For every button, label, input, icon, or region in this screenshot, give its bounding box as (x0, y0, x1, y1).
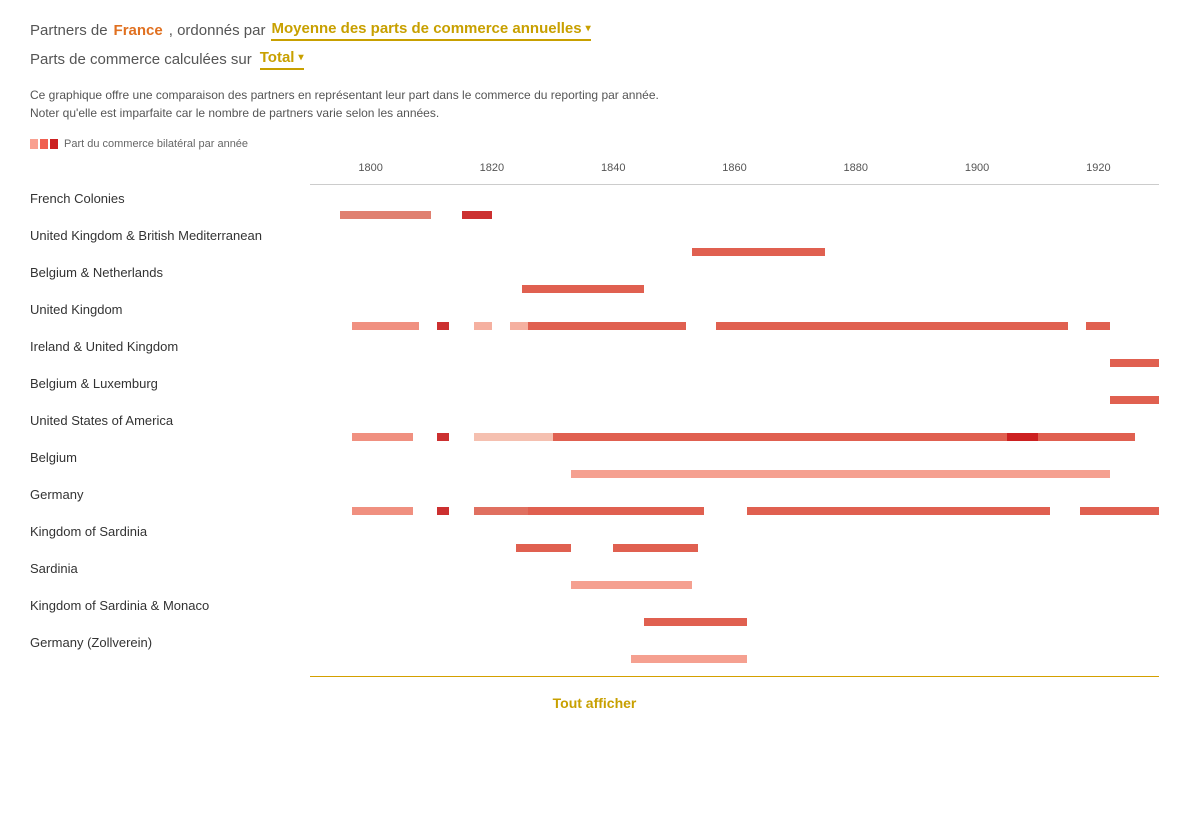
partner-row: Belgium & Luxemburg (30, 372, 1159, 407)
divider-line (310, 676, 1159, 677)
bar-container (310, 541, 1159, 555)
bar-segment (1007, 433, 1037, 441)
show-all-button[interactable]: Tout afficher (30, 687, 1159, 719)
description-line2: Noter qu'elle est imparfaite car le nomb… (30, 104, 1159, 122)
legend-icon (30, 139, 58, 149)
year-label-1820: 1820 (480, 162, 504, 174)
partner-row: Belgium & Netherlands (30, 261, 1159, 296)
bar-segment (1080, 507, 1159, 515)
year-label-1900: 1900 (965, 162, 989, 174)
bar-segment (352, 507, 413, 515)
bar-segment (437, 507, 449, 515)
partner-name: Ireland & United Kingdom (30, 335, 1159, 354)
year-label-1860: 1860 (722, 162, 746, 174)
bar-container (310, 356, 1159, 370)
partner-row: Kingdom of Sardinia & Monaco (30, 594, 1159, 629)
bar-segment (352, 433, 413, 441)
bar-container (310, 319, 1159, 333)
header-line1: Partners de France , ordonnés par Moyenn… (30, 20, 1159, 41)
bar-segment (644, 618, 747, 626)
header-line2: Parts de commerce calculées sur Total ▾ (30, 49, 1159, 70)
description-line1: Ce graphique offre une comparaison des p… (30, 86, 1159, 104)
partner-row: United States of America (30, 409, 1159, 444)
bar-segment (462, 211, 492, 219)
partner-row: Belgium (30, 446, 1159, 481)
total-label: Total (260, 49, 295, 66)
bar-segment (522, 285, 643, 293)
bar-segment (340, 211, 431, 219)
bar-segment (474, 433, 553, 441)
bar-container (310, 245, 1159, 259)
line2-prefix: Parts de commerce calculées sur (30, 51, 252, 68)
bar-segment (474, 322, 492, 330)
country-name: France (114, 22, 163, 39)
axis-line (310, 184, 1159, 185)
bar-segment (613, 544, 698, 552)
page-container: Partners de France , ordonnés par Moyenn… (0, 0, 1189, 739)
partner-name: Kingdom of Sardinia (30, 520, 1159, 539)
bar-container (310, 467, 1159, 481)
partner-row: Ireland & United Kingdom (30, 335, 1159, 370)
bar-container (310, 393, 1159, 407)
bar-container (310, 282, 1159, 296)
bar-segment (716, 322, 1068, 330)
bar-segment (528, 322, 686, 330)
partner-name: United Kingdom (30, 298, 1159, 317)
partner-name: Kingdom of Sardinia & Monaco (30, 594, 1159, 613)
partner-name: United States of America (30, 409, 1159, 428)
bar-segment (571, 470, 1111, 478)
total-dropdown[interactable]: Total ▾ (260, 49, 304, 70)
bar-segment (1110, 396, 1159, 404)
header-prefix: Partners de (30, 22, 108, 39)
partner-name: Germany (30, 483, 1159, 502)
partner-row: United Kingdom & British Mediterranean (30, 224, 1159, 259)
partner-row: Sardinia (30, 557, 1159, 592)
bar-segment (1086, 322, 1110, 330)
bar-segment (1110, 359, 1159, 367)
partner-row: French Colonies (30, 187, 1159, 222)
bar-segment (516, 544, 571, 552)
bar-container (310, 615, 1159, 629)
sort-label: Moyenne des parts de commerce annuelles (271, 20, 581, 37)
partner-name: French Colonies (30, 187, 1159, 206)
bar-segment (437, 322, 449, 330)
bar-container (310, 652, 1159, 666)
partner-row: Kingdom of Sardinia (30, 520, 1159, 555)
bar-segment (631, 655, 746, 663)
partner-name: Belgium & Netherlands (30, 261, 1159, 280)
partner-name: United Kingdom & British Mediterranean (30, 224, 1159, 243)
sort-chevron-icon: ▾ (586, 23, 591, 34)
year-label-1920: 1920 (1086, 162, 1110, 174)
partner-name: Sardinia (30, 557, 1159, 576)
bar-segment (437, 433, 449, 441)
bar-segment (692, 248, 825, 256)
chart-area: 1800 1820 1840 1860 1880 1900 1920 French Colo… (30, 162, 1159, 719)
bar-container (310, 208, 1159, 222)
bar-segment (553, 433, 1135, 441)
partner-name: Germany (Zollverein) (30, 631, 1159, 650)
year-label-1880: 1880 (844, 162, 868, 174)
partner-name: Belgium & Luxemburg (30, 372, 1159, 391)
bar-container (310, 430, 1159, 444)
sort-dropdown[interactable]: Moyenne des parts de commerce annuelles … (271, 20, 590, 41)
year-label-1800: 1800 (358, 162, 382, 174)
bar-segment (571, 581, 692, 589)
bar-segment (747, 507, 1050, 515)
partner-name: Belgium (30, 446, 1159, 465)
legend-label: Part du commerce bilatéral par année (64, 138, 248, 150)
total-chevron-icon: ▾ (298, 52, 303, 63)
partner-row: United Kingdom (30, 298, 1159, 333)
description: Ce graphique offre une comparaison des p… (30, 86, 1159, 122)
bar-segment (352, 322, 419, 330)
legend: Part du commerce bilatéral par année (30, 138, 1159, 150)
header-middle: , ordonnés par (169, 22, 266, 39)
partner-row: Germany (30, 483, 1159, 518)
bar-container (310, 578, 1159, 592)
year-label-1840: 1840 (601, 162, 625, 174)
bar-segment (528, 507, 704, 515)
partner-row: Germany (Zollverein) (30, 631, 1159, 666)
bar-container (310, 504, 1159, 518)
